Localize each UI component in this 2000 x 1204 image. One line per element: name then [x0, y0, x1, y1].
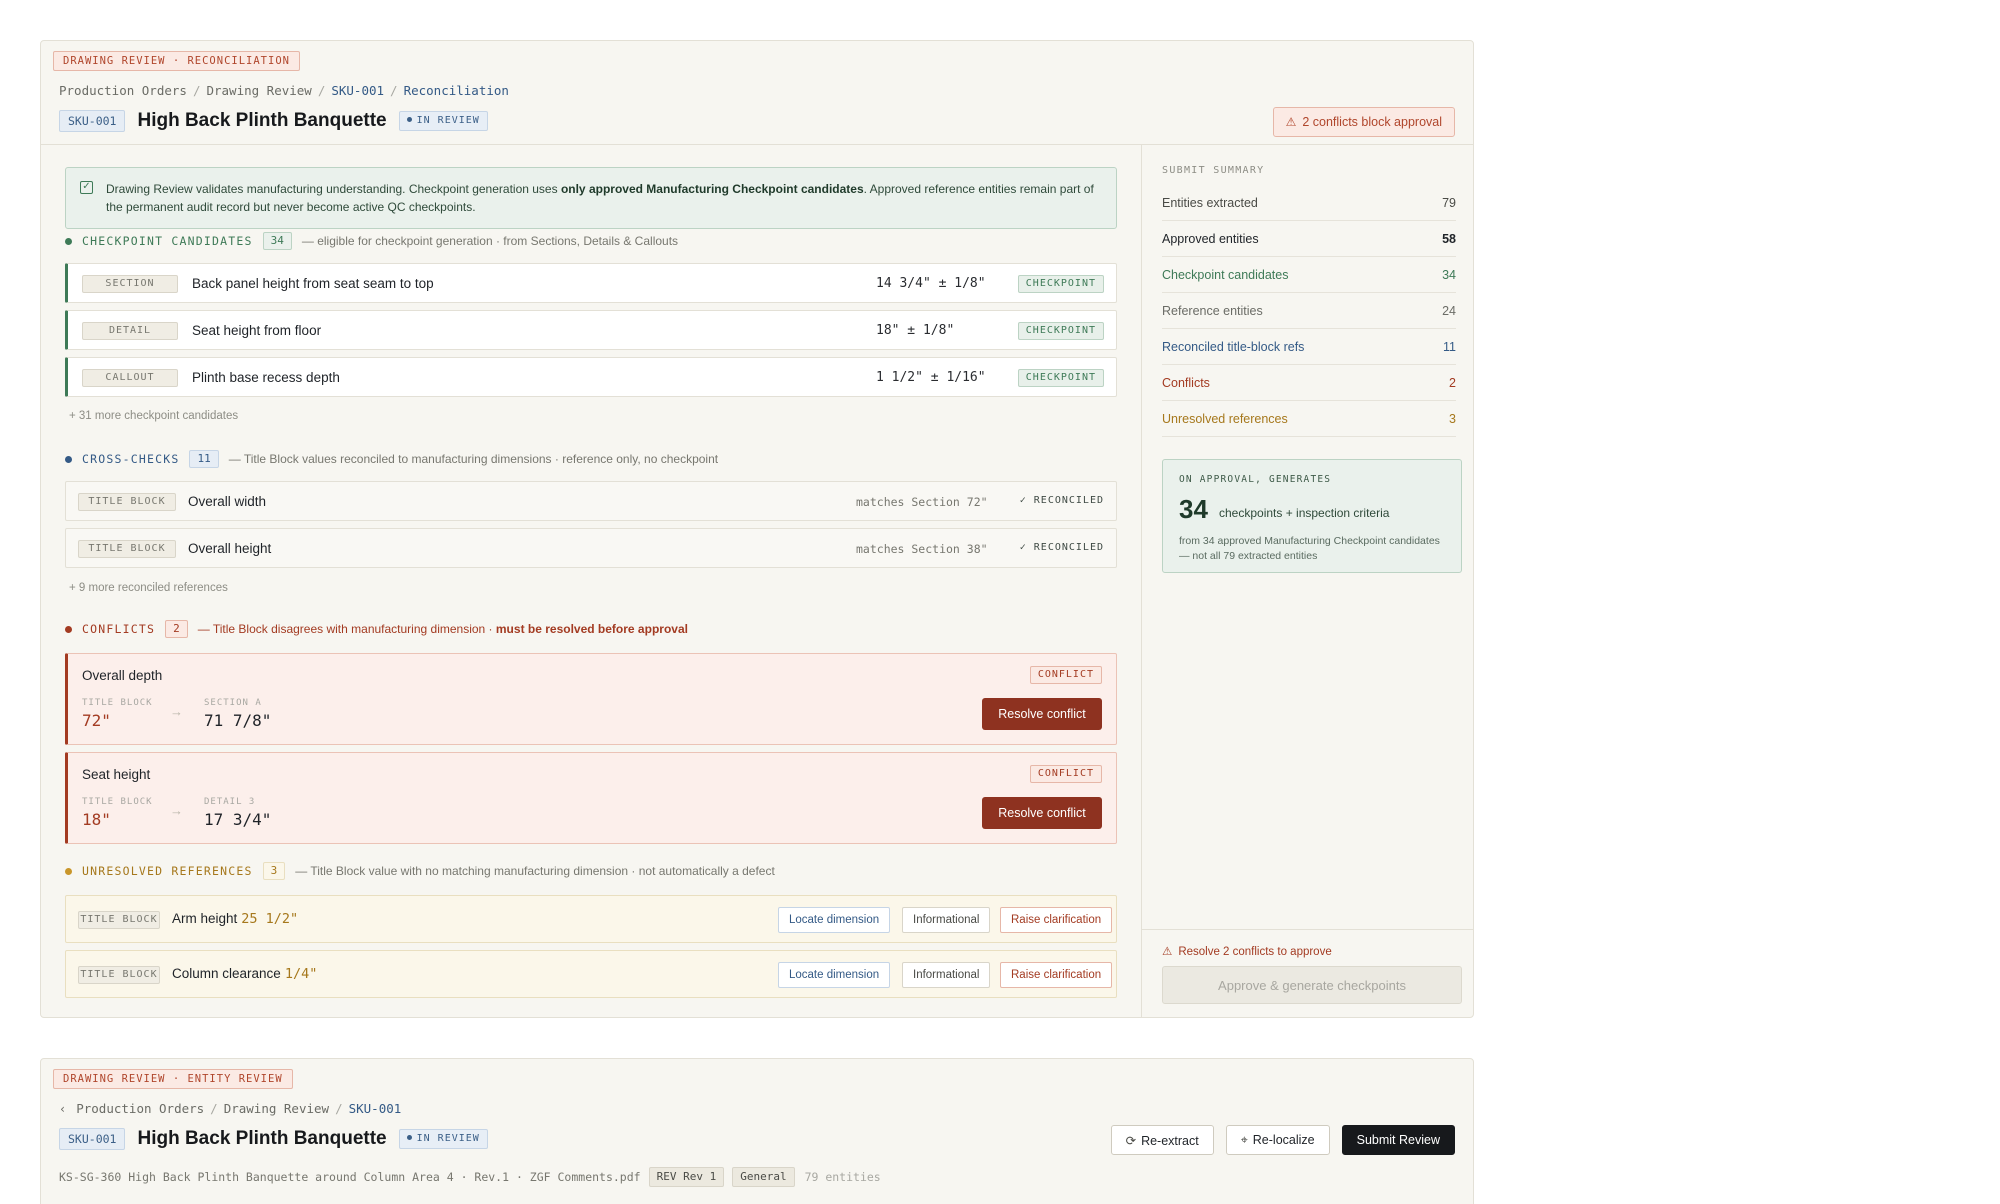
conflict-card: Overall depth CONFLICT TITLE BLOCK 72" →… — [65, 653, 1117, 745]
summary-row-unresolved: Unresolved references 3 — [1162, 401, 1456, 437]
summary-row-reconciled-refs: Reconciled title-block refs 11 — [1162, 329, 1456, 365]
reconciled-status: ✓ RECONCILED — [1019, 542, 1104, 553]
unresolved-row: TITLE BLOCK Arm height 25 1/2" Locate dim… — [65, 895, 1117, 943]
crosschecks-section-header: CROSS-CHECKS 11 — Title Block values rec… — [65, 449, 718, 469]
entity-review-panel: DRAWING REVIEW · ENTITY REVIEW ‹ Producti… — [40, 1058, 1474, 1204]
more-crosschecks-link[interactable]: + 9 more reconciled references — [69, 582, 228, 594]
summary-row-approved-entities: Approved entities 58 — [1162, 221, 1456, 257]
breadcrumb-sku: SKU-001 — [348, 1101, 402, 1116]
section-dot-icon — [65, 237, 72, 245]
sku-badge: SKU-001 — [59, 1128, 126, 1150]
summary-heading: SUBMIT SUMMARY — [1162, 165, 1265, 176]
submit-review-button[interactable]: Submit Review — [1341, 1125, 1455, 1155]
resolve-conflict-button[interactable]: Resolve conflict — [982, 797, 1102, 829]
breadcrumb: ‹ Production Orders / Drawing Review / SKU-00… — [59, 1101, 402, 1116]
raise-clarification-button[interactable]: Raise clarification — [1000, 907, 1113, 933]
arrow-right-icon: → — [170, 803, 183, 818]
warning-icon: ⚠ — [1285, 115, 1297, 129]
warning-icon: ⚠ — [1162, 946, 1173, 958]
panel-ribbon: DRAWING REVIEW · RECONCILIATION — [53, 51, 300, 71]
refresh-icon: ⟳ — [1125, 1133, 1137, 1148]
arrow-right-icon: → — [170, 704, 183, 719]
info-note: ✓ Drawing Review validates manufacturing… — [65, 167, 1117, 229]
summary-row-reference-entities: Reference entities 24 — [1162, 293, 1456, 329]
submit-summary-sidebar: SUBMIT SUMMARY Entities extracted 79 Appr… — [1141, 145, 1473, 1017]
resolve-conflict-button[interactable]: Resolve conflict — [982, 698, 1102, 730]
checkpoint-badge: CHECKPOINT — [1017, 369, 1104, 387]
section-dot-icon — [65, 455, 72, 463]
more-candidates-link[interactable]: + 31 more checkpoint candidates — [69, 410, 238, 422]
approval-blocker-badge: ⚠ 2 conflicts block approval — [1272, 107, 1455, 137]
generated-checkpoint-count: 34 — [1179, 494, 1208, 524]
section-dot-icon — [65, 867, 72, 875]
crosscheck-row[interactable]: TITLE BLOCK Overall height matches Secti… — [65, 528, 1117, 568]
breadcrumb-drawing-review[interactable]: Drawing Review — [206, 83, 311, 98]
conflict-badge: CONFLICT — [1029, 765, 1102, 783]
crosschecks-count: 11 — [189, 450, 219, 468]
panel-header: DRAWING REVIEW · ENTITY REVIEW ‹ Producti… — [41, 1059, 1473, 1204]
reconciled-status: ✓ RECONCILED — [1019, 495, 1104, 506]
page-title: High Back Plinth Banquette — [137, 110, 387, 131]
generates-card: ON APPROVAL, GENERATES 34 checkpoints + … — [1162, 459, 1462, 573]
re-extract-button[interactable]: ⟳ Re-extract — [1110, 1125, 1214, 1155]
breadcrumb-reconciliation: Reconciliation — [403, 83, 509, 98]
category-pill: General — [732, 1167, 795, 1187]
candidates-count: 34 — [262, 232, 292, 250]
conflict-badge: CONFLICT — [1029, 666, 1102, 684]
file-info-line: KS-SG-360 High Back Plinth Banquette aro… — [59, 1167, 881, 1187]
conflicts-section-header: CONFLICTS 2 — Title Block disagrees with… — [65, 619, 688, 639]
checkbox-check-icon: ✓ — [80, 181, 93, 194]
sku-badge: SKU-001 — [59, 110, 126, 132]
summary-row-conflicts: Conflicts 2 — [1162, 365, 1456, 401]
entity-count: 79 entities — [804, 1170, 881, 1184]
panel-header: DRAWING REVIEW · RECONCILIATION Producti… — [41, 41, 1473, 145]
chevron-left-icon[interactable]: ‹ — [59, 1102, 66, 1116]
candidate-row[interactable]: SECTION Back panel height from seat seam… — [65, 263, 1117, 303]
unresolved-row: TITLE BLOCK Column clearance 1/4" Locate … — [65, 950, 1117, 998]
breadcrumb-sku[interactable]: SKU-001 — [331, 83, 384, 98]
summary-row-checkpoint-candidates: Checkpoint candidates 34 — [1162, 257, 1456, 293]
crosscheck-row[interactable]: TITLE BLOCK Overall width matches Sectio… — [65, 481, 1117, 521]
title-row: SKU-001 High Back Plinth Banquette IN RE… — [59, 1127, 488, 1151]
approve-generate-button[interactable]: Approve & generate checkpoints — [1162, 966, 1462, 1004]
location-pin-icon: ⌖ — [1240, 1132, 1248, 1147]
title-row: SKU-001 High Back Plinth Banquette IN RE… — [59, 109, 488, 133]
candidate-row[interactable]: CALLOUT Plinth base recess depth 1 1/2" … — [65, 357, 1117, 397]
conflicts-count: 2 — [165, 620, 188, 638]
breadcrumb-drawing-review[interactable]: Drawing Review — [224, 1101, 329, 1116]
revision-pill: REV Rev 1 — [648, 1167, 725, 1187]
approval-footer: ⚠ Resolve 2 conflicts to approve Approve … — [1142, 929, 1473, 1017]
unresolved-count: 3 — [262, 862, 286, 880]
raise-clarification-button[interactable]: Raise clarification — [1000, 962, 1113, 988]
manufacturing-value: 17 3/4" — [204, 810, 272, 829]
unresolved-section-header: UNRESOLVED REFERENCES 3 — Title Block va… — [65, 861, 775, 881]
section-dot-icon — [65, 625, 72, 633]
locate-dimension-button[interactable]: Locate dimension — [778, 962, 891, 988]
informational-button[interactable]: Informational — [902, 907, 991, 933]
summary-row-entities-extracted: Entities extracted 79 — [1162, 185, 1456, 221]
reconciliation-main: ✓ Drawing Review validates manufacturing… — [65, 145, 1117, 1017]
file-name: KS-SG-360 High Back Plinth Banquette aro… — [59, 1170, 641, 1184]
checkpoint-badge: CHECKPOINT — [1017, 322, 1104, 340]
status-badge: IN REVIEW — [398, 1129, 488, 1149]
panel-ribbon: DRAWING REVIEW · ENTITY REVIEW — [53, 1069, 293, 1089]
candidate-row[interactable]: DETAIL Seat height from floor 18" ± 1/8"… — [65, 310, 1117, 350]
informational-button[interactable]: Informational — [902, 962, 991, 988]
title-block-value: 18" — [82, 810, 111, 829]
re-localize-button[interactable]: ⌖ Re-localize — [1225, 1125, 1330, 1155]
breadcrumb-production-orders[interactable]: Production Orders — [76, 1101, 204, 1116]
reconciliation-panel: DRAWING REVIEW · RECONCILIATION Producti… — [40, 40, 1474, 1018]
title-block-value: 72" — [82, 711, 111, 730]
breadcrumb: Production Orders / Drawing Review / SKU-001… — [59, 83, 509, 98]
header-actions: ⟳ Re-extract ⌖ Re-localize Submit Review — [1110, 1125, 1455, 1155]
checkpoint-badge: CHECKPOINT — [1017, 275, 1104, 293]
conflict-card: Seat height CONFLICT TITLE BLOCK 18" → D… — [65, 752, 1117, 844]
approval-warning: ⚠ Resolve 2 conflicts to approve — [1162, 946, 1332, 958]
locate-dimension-button[interactable]: Locate dimension — [778, 907, 891, 933]
page-title: High Back Plinth Banquette — [137, 1128, 387, 1149]
status-badge: IN REVIEW — [398, 111, 488, 131]
candidates-section-header: CHECKPOINT CANDIDATES 34 — eligible for … — [65, 231, 678, 251]
breadcrumb-production-orders[interactable]: Production Orders — [59, 83, 187, 98]
manufacturing-value: 71 7/8" — [204, 711, 272, 730]
